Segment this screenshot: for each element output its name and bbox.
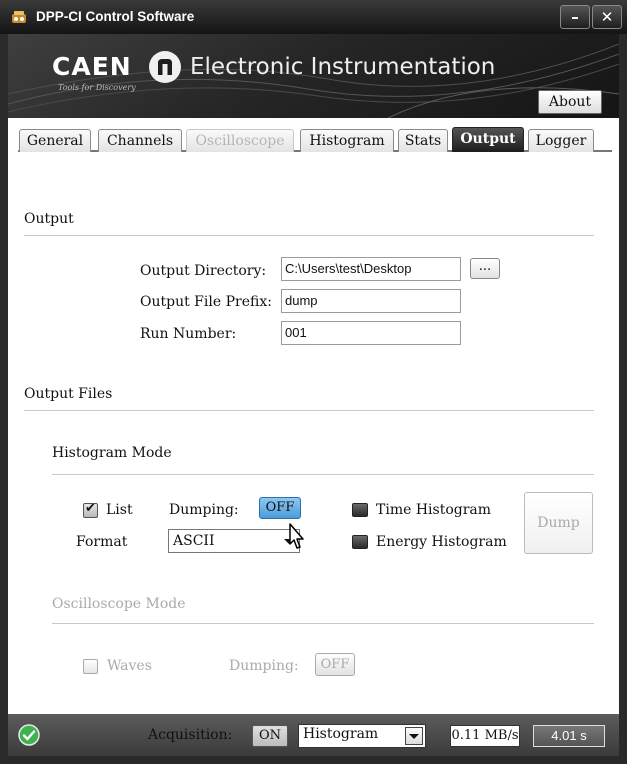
oscilloscope-dumping-label: Dumping: [229, 658, 299, 674]
run-number-label: Run Number: [140, 326, 237, 342]
check-circle-icon [18, 724, 40, 746]
tab-stats[interactable]: Stats [398, 129, 448, 152]
output-directory-input[interactable]: C:\Users\test\Desktop [281, 257, 461, 281]
caen-n-logo-icon [149, 51, 181, 83]
energy-histogram-indicator [352, 535, 368, 549]
output-divider [24, 235, 594, 236]
waves-checkbox[interactable] [83, 659, 98, 674]
tab-histogram[interactable]: Histogram [300, 129, 394, 152]
acquisition-mode-value: Histogram [303, 726, 379, 742]
output-directory-label: Output Directory: [140, 263, 267, 279]
output-section-title: Output [24, 211, 74, 227]
time-histogram-label: Time Histogram [376, 502, 492, 518]
window-title: DPP-CI Control Software [36, 9, 195, 24]
output-files-divider [24, 410, 594, 411]
logo-tagline: Tools for Discovery [58, 83, 136, 92]
dump-button[interactable]: Dump [524, 492, 593, 554]
histogram-mode-title: Histogram Mode [52, 445, 172, 461]
tab-output[interactable]: Output [452, 127, 524, 152]
brand-title: Electronic Instrumentation [190, 54, 496, 80]
format-select[interactable]: ASCII [168, 529, 300, 553]
format-select-value: ASCII [173, 533, 215, 549]
chevron-down-icon [409, 734, 419, 739]
mouse-pointer-icon [289, 523, 304, 549]
histogram-dumping-label: Dumping: [169, 502, 239, 518]
format-label: Format [76, 534, 128, 550]
output-prefix-input[interactable]: dump [281, 289, 461, 313]
acquisition-mode-select[interactable]: Histogram [298, 724, 426, 748]
app-window: DPP-CI Control Software – ✕ CAEN Tools f… [0, 0, 627, 764]
waves-label: Waves [107, 658, 152, 674]
browse-button[interactable]: ... [470, 258, 500, 279]
minimize-button[interactable]: – [560, 5, 590, 29]
oscilloscope-mode-title: Oscilloscope Mode [52, 596, 186, 612]
about-button[interactable]: About [538, 90, 602, 114]
run-number-input[interactable]: 001 [281, 321, 461, 345]
tab-channels[interactable]: Channels [98, 129, 182, 152]
energy-histogram-label: Energy Histogram [376, 534, 507, 550]
acquisition-mode-dropdown-button[interactable] [405, 727, 423, 745]
oscilloscope-mode-divider [52, 623, 594, 624]
brand-banner: CAEN Tools for Discovery Electronic Inst… [8, 34, 619, 118]
tab-general[interactable]: General [19, 129, 91, 152]
tab-bar: General Channels Oscilloscope Histogram … [8, 118, 619, 156]
acquisition-label: Acquisition: [148, 727, 233, 743]
list-label: List [106, 502, 133, 518]
time-histogram-indicator [352, 503, 368, 517]
caen-logo: CAEN [52, 52, 132, 81]
elapsed-time-display: 4.01 s [533, 725, 605, 747]
acquisition-toggle[interactable]: ON [252, 725, 288, 747]
list-checkbox[interactable] [83, 501, 98, 518]
oscilloscope-dumping-toggle[interactable]: OFF [315, 653, 355, 676]
tab-logger[interactable]: Logger [528, 129, 594, 152]
histogram-mode-divider [52, 474, 594, 475]
close-button[interactable]: ✕ [592, 5, 622, 29]
output-panel: Output Output Directory: C:\Users\test\D… [8, 156, 619, 714]
app-icon [12, 11, 26, 23]
output-prefix-label: Output File Prefix: [140, 294, 272, 310]
output-files-section-title: Output Files [24, 386, 113, 402]
title-bar[interactable]: DPP-CI Control Software – ✕ [0, 0, 627, 34]
data-rate-display: 0.11 MB/s [450, 725, 520, 747]
histogram-dumping-toggle[interactable]: OFF [259, 497, 301, 519]
status-bar: Acquisition: ON Histogram 0.11 MB/s 4.01… [8, 714, 619, 756]
tab-oscilloscope: Oscilloscope [186, 129, 294, 152]
